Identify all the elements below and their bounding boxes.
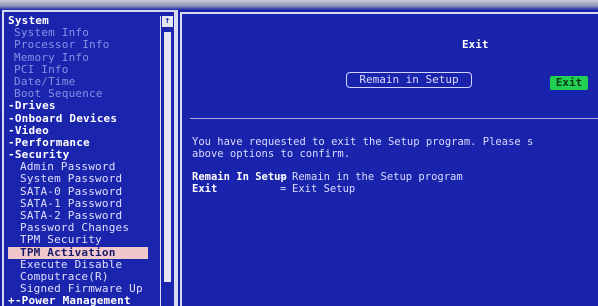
panel-divider: [174, 10, 178, 306]
setup-menu-panel: System System Info Processor Info Memory…: [2, 10, 174, 306]
legend-row: Exit = Exit Setup: [192, 183, 463, 195]
menu-item-sata0-password[interactable]: SATA-0 Password: [8, 186, 160, 198]
legend-separator: =: [280, 171, 287, 183]
menu-item-processor-info[interactable]: Processor Info: [8, 39, 160, 51]
menu-item-sata1-password[interactable]: SATA-1 Password: [8, 198, 160, 210]
menu-item-password-changes[interactable]: Password Changes: [8, 222, 160, 234]
menu-item-execute-disable[interactable]: Execute Disable: [8, 259, 160, 271]
menu-item-boot-sequence[interactable]: Boot Sequence: [8, 88, 160, 100]
options-legend: Remain In Setup= Remain in the Setup prog…: [192, 171, 463, 195]
menu-item-admin-password[interactable]: Admin Password: [8, 161, 160, 173]
menu-item-system-info[interactable]: System Info: [8, 27, 160, 39]
legend-description: Exit Setup: [292, 183, 356, 195]
menu-item-tpm-activation[interactable]: TPM Activation: [8, 246, 148, 259]
menu-item-power-management[interactable]: +-Power Management: [8, 295, 160, 306]
menu-item-performance[interactable]: -Performance: [8, 137, 160, 149]
menu-item-video[interactable]: -Video: [8, 125, 160, 137]
menu-item-system-password[interactable]: System Password: [8, 173, 160, 185]
dialog-title: Exit: [462, 38, 489, 51]
dialog-message-line-1: You have requested to exit the Setup pro…: [192, 136, 534, 148]
menu-item-system[interactable]: System: [8, 15, 160, 27]
dialog-separator: [190, 118, 598, 119]
menu-item-tpm-security[interactable]: TPM Security: [8, 234, 160, 246]
menu-scrollbar[interactable]: ↑: [160, 16, 173, 306]
bios-screen: System System Info Processor Info Memory…: [0, 0, 598, 306]
legend-description: Remain in the Setup program: [292, 171, 463, 183]
legend-key: Exit: [192, 183, 218, 195]
scroll-up-arrow-icon[interactable]: ↑: [162, 16, 173, 27]
exit-button[interactable]: Exit: [550, 76, 588, 90]
menu-item-onboard-devices[interactable]: -Onboard Devices: [8, 113, 160, 125]
menu-item-memory-info[interactable]: Memory Info: [8, 52, 160, 64]
menu-item-sata2-password[interactable]: SATA-2 Password: [8, 210, 160, 222]
menu-item-signed-firmware-update[interactable]: Signed Firmware Up: [8, 283, 160, 295]
exit-dialog-panel: Exit Remain in Setup Exit You have reque…: [180, 12, 598, 306]
remain-in-setup-button[interactable]: Remain in Setup: [346, 72, 472, 88]
menu-item-date-time[interactable]: Date/Time: [8, 76, 160, 88]
dialog-message: You have requested to exit the Setup pro…: [192, 136, 598, 160]
menu-item-computrace[interactable]: Computrace(R): [8, 271, 160, 283]
dialog-message-line-2: above options to confirm.: [192, 148, 351, 160]
legend-key: Remain In Setup: [192, 171, 287, 183]
scroll-thumb[interactable]: [164, 32, 171, 282]
legend-row: Remain In Setup= Remain in the Setup prog…: [192, 171, 463, 183]
legend-separator: =: [280, 183, 287, 195]
screen-glare: [0, 0, 598, 10]
menu-item-security[interactable]: -Security: [8, 149, 160, 161]
menu-item-drives[interactable]: -Drives: [8, 100, 160, 112]
setup-menu-list: System System Info Processor Info Memory…: [8, 15, 160, 306]
menu-item-pci-info[interactable]: PCI Info: [8, 64, 160, 76]
